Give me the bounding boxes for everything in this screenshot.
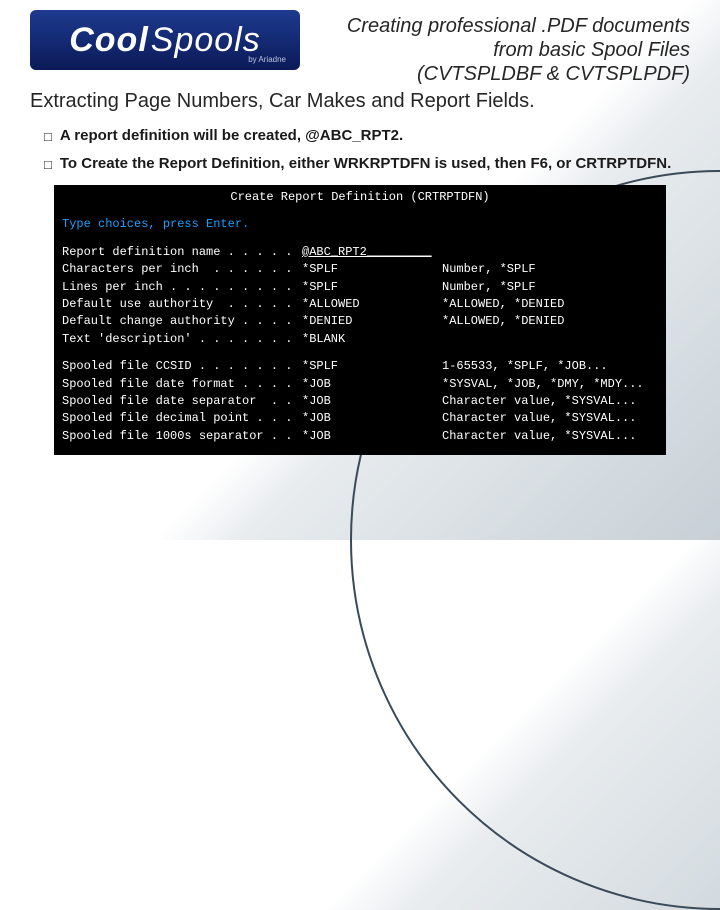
coolspools-logo: Cool Spools by Ariadne — [30, 10, 300, 70]
terminal-title: Create Report Definition (CRTRPTDFN) — [62, 189, 658, 206]
title-line3: (CVTSPLDBF & CVTSPLPDF) — [314, 62, 690, 86]
terminal-field-label: Lines per inch . . . . . . . . . — [62, 279, 302, 296]
terminal-row: Spooled file 1000s separator . .*JOBChar… — [62, 428, 658, 445]
terminal-field-hint: 1-65533, *SPLF, *JOB... — [442, 358, 658, 375]
terminal-instruction: Type choices, press Enter. — [62, 216, 658, 233]
title-line2: from basic Spool Files — [314, 38, 690, 62]
terminal-row: Spooled file CCSID . . . . . . .*SPLF1-6… — [62, 358, 658, 375]
bullet-item: A report definition will be created, @AB… — [44, 127, 690, 147]
terminal-field-hint — [442, 331, 658, 348]
logo-part1: Cool — [69, 21, 149, 60]
terminal-field-input[interactable]: @ABC_RPT2_________ — [302, 244, 442, 261]
terminal-field-label: Default use authority . . . . . — [62, 296, 302, 313]
terminal-field-hint — [442, 244, 658, 261]
logo-part2: Spools — [151, 21, 261, 60]
terminal-field-hint: Number, *SPLF — [442, 279, 658, 296]
terminal-field-label: Spooled file date format . . . . — [62, 376, 302, 393]
terminal-field-value: *DENIED — [302, 313, 442, 330]
terminal-field-hint: Character value, *SYSVAL... — [442, 410, 658, 427]
terminal-field-hint: *SYSVAL, *JOB, *DMY, *MDY... — [442, 376, 658, 393]
terminal-field-label: Spooled file CCSID . . . . . . . — [62, 358, 302, 375]
terminal-row: Spooled file date format . . . .*JOB*SYS… — [62, 376, 658, 393]
terminal-row: Spooled file date separator . .*JOBChara… — [62, 393, 658, 410]
terminal-field-label: Report definition name . . . . . — [62, 244, 302, 261]
terminal-field-value: *ALLOWED — [302, 296, 442, 313]
terminal-field-value: *SPLF — [302, 261, 442, 278]
terminal-field-hint: Number, *SPLF — [442, 261, 658, 278]
slide-title: Creating professional .PDF documents fro… — [314, 10, 690, 86]
terminal-field-value: *SPLF — [302, 279, 442, 296]
terminal-field-hint: Character value, *SYSVAL... — [442, 428, 658, 445]
slide-subtitle: Extracting Page Numbers, Car Makes and R… — [30, 90, 690, 113]
bullet-text: To Create the Report Definition, either … — [60, 155, 690, 175]
terminal-field-label: Text 'description' . . . . . . . — [62, 331, 302, 348]
bullet-list: A report definition will be created, @AB… — [30, 127, 690, 175]
terminal-field-label: Spooled file date separator . . — [62, 393, 302, 410]
terminal-row: Characters per inch . . . . . .*SPLFNumb… — [62, 261, 658, 278]
terminal-field-label: Characters per inch . . . . . . — [62, 261, 302, 278]
terminal-row: Default change authority . . . .*DENIED*… — [62, 313, 658, 330]
terminal-field-value: *JOB — [302, 376, 442, 393]
terminal-field-value: *SPLF — [302, 358, 442, 375]
title-line1: Creating professional .PDF documents — [314, 14, 690, 38]
terminal-field-value: *JOB — [302, 393, 442, 410]
terminal-row: Report definition name . . . . .@ABC_RPT… — [62, 244, 658, 261]
terminal-row: Default use authority . . . . .*ALLOWED*… — [62, 296, 658, 313]
terminal-field-value: *JOB — [302, 410, 442, 427]
logo-byline: by Ariadne — [248, 55, 286, 64]
bullet-text: A report definition will be created, @AB… — [60, 127, 690, 147]
terminal-field-hint: *ALLOWED, *DENIED — [442, 296, 658, 313]
terminal-row: Text 'description' . . . . . . .*BLANK — [62, 331, 658, 348]
terminal-row: Spooled file decimal point . . .*JOBChar… — [62, 410, 658, 427]
terminal-field-label: Default change authority . . . . — [62, 313, 302, 330]
terminal-field-hint: *ALLOWED, *DENIED — [442, 313, 658, 330]
bullet-item: To Create the Report Definition, either … — [44, 155, 690, 175]
terminal-screenshot: Create Report Definition (CRTRPTDFN) Typ… — [54, 185, 666, 455]
terminal-field-value: *JOB — [302, 428, 442, 445]
terminal-field-hint: Character value, *SYSVAL... — [442, 393, 658, 410]
terminal-field-label: Spooled file decimal point . . . — [62, 410, 302, 427]
slide-header: Cool Spools by Ariadne Creating professi… — [30, 10, 690, 86]
terminal-field-value: *BLANK — [302, 331, 442, 348]
terminal-row: Lines per inch . . . . . . . . .*SPLFNum… — [62, 279, 658, 296]
terminal-field-label: Spooled file 1000s separator . . — [62, 428, 302, 445]
